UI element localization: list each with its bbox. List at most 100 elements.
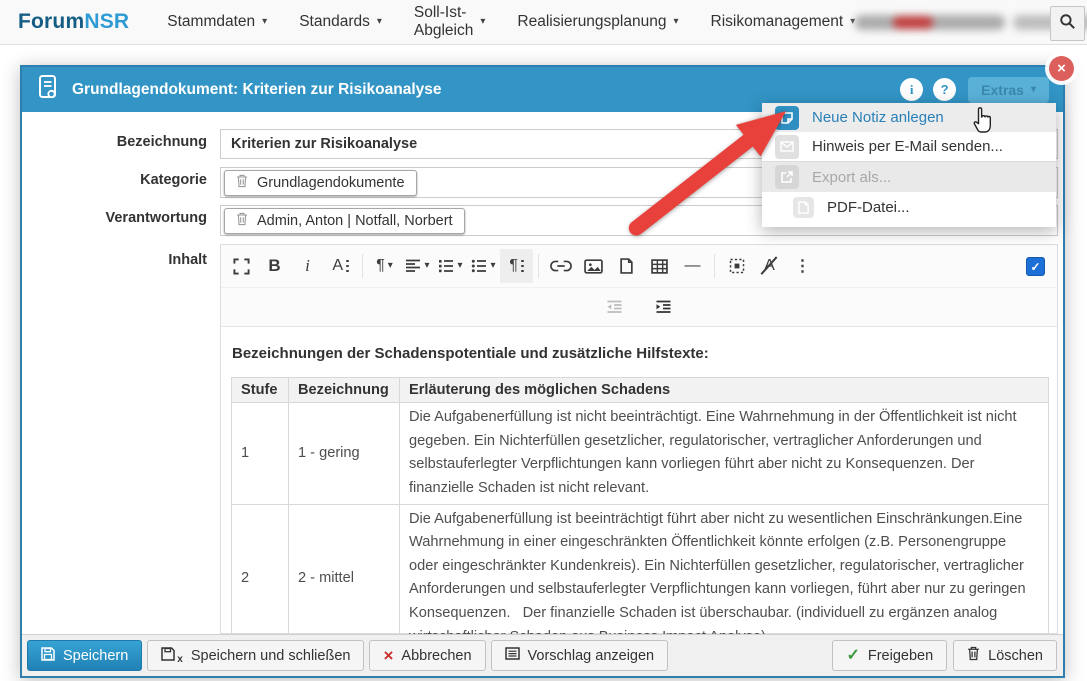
menu-standards[interactable]: Standards▾ (299, 4, 382, 40)
extras-dropdown-menu: Neue Notiz anlegen Hinweis per E-Mail se… (762, 103, 1056, 227)
menu-item-pdf-datei[interactable]: PDF-Datei... (762, 192, 1056, 223)
help-button[interactable]: ? (933, 78, 956, 101)
list-icon (505, 647, 520, 664)
menu-item-label: Hinweis per E-Mail senden... (812, 138, 1003, 155)
bold-glyph: B (268, 256, 280, 276)
kategorie-tag[interactable]: Grundlagendokumente (224, 170, 417, 196)
editor-toolbar-row2 (221, 288, 1057, 327)
logo-part1: Forum (18, 10, 84, 33)
chevron-down-icon: ▾ (1031, 85, 1036, 95)
release-button[interactable]: ✓ Freigeben (832, 640, 947, 671)
menu-realisierungsplanung[interactable]: Realisierungsplanung ▾ (517, 4, 678, 40)
cancel-button[interactable]: × Abbrechen (369, 640, 485, 671)
save-and-close-button[interactable]: x Speichern und schließen (147, 640, 364, 671)
insert-file-icon[interactable] (610, 249, 643, 283)
close-dialog-button[interactable]: × (1049, 56, 1074, 81)
paragraph-style-icon[interactable]: ¶ (500, 249, 533, 283)
top-navigation-bar: ForumNSR Stammdaten▾ Standards▾ Soll-Ist… (0, 0, 1087, 45)
release-label: Freigeben (868, 648, 933, 664)
app-logo[interactable]: ForumNSR (18, 10, 129, 34)
verantwortung-label: Verantwortung (22, 210, 207, 226)
dots (521, 260, 524, 273)
paragraph-format-icon[interactable]: ¶▾ (368, 249, 401, 283)
letter-a-glyph: A (332, 257, 343, 275)
letter-a-glyph: A (764, 257, 775, 275)
indent-icon[interactable] (647, 290, 680, 324)
info-icon: i (910, 82, 914, 98)
insert-image-icon[interactable] (577, 249, 610, 283)
small-x-glyph: x (177, 654, 183, 665)
cancel-label: Abbrechen (401, 648, 471, 664)
fullscreen-icon[interactable] (225, 249, 258, 283)
misspelled-word: Impact (662, 629, 706, 634)
menu-soll-ist-abgleich[interactable]: Soll-Ist-Abgleich▾ (414, 4, 485, 40)
editor-checkbox[interactable]: ✓ (1026, 257, 1045, 276)
chevron-down-icon: ▾ (490, 261, 495, 271)
chevron-down-icon: ▾ (673, 17, 678, 27)
horizontal-line-icon[interactable]: — (676, 249, 709, 283)
chevron-down-icon: ▾ (388, 261, 393, 271)
save-close-floppy-icon (161, 647, 175, 665)
unordered-list-icon[interactable]: ▾ (467, 249, 500, 283)
insert-table-icon[interactable] (643, 249, 676, 283)
menu-risikomanagement[interactable]: Risikomanagement▾ (711, 4, 856, 40)
more-options-icon[interactable]: ⋮ (786, 249, 819, 283)
ordered-list-icon[interactable]: ▾ (434, 249, 467, 283)
outdent-icon[interactable] (598, 290, 631, 324)
toolbar-separator (714, 254, 715, 278)
toolbar-separator (538, 254, 539, 278)
delete-button[interactable]: Löschen (953, 640, 1057, 671)
cell-erlaeuterung: Die Aufgabenerfüllung ist beeinträchtigt… (400, 504, 1049, 634)
red-x-icon: × (383, 647, 393, 664)
dialog-title: Grundlagendokument: Kriterien zur Risiko… (72, 81, 442, 99)
bezeichnung-label: Bezeichnung (22, 134, 207, 150)
clear-formatting-icon[interactable]: A (753, 249, 786, 283)
italic-icon[interactable]: i (291, 249, 324, 283)
select-all-icon[interactable] (720, 249, 753, 283)
cell-stufe: 1 (232, 403, 289, 505)
verantwortung-tag[interactable]: Admin, Anton | Notfall, Norbert (224, 208, 465, 234)
menu-item-label: Export als... (812, 169, 891, 186)
content-heading: Bezeichnungen der Schadenspotentiale und… (232, 345, 1047, 362)
menu-item-hinweis-email[interactable]: Hinweis per E-Mail senden... (762, 132, 1056, 161)
logo-part2: NSR (84, 10, 129, 33)
inhalt-label: Inhalt (22, 252, 207, 268)
show-proposal-button[interactable]: Vorschlag anzeigen (491, 640, 669, 671)
table-row: 1 1 - gering Die Aufgabenerfüllung ist n… (232, 403, 1049, 505)
rich-text-editor: B i A ¶▾ ▾ ▾ ▾ ¶ — A (220, 244, 1058, 634)
hline-glyph: — (685, 257, 701, 275)
cell-stufe: 2 (232, 504, 289, 634)
envelope-icon (775, 135, 799, 159)
info-button[interactable]: i (900, 78, 923, 101)
question-icon: ? (941, 82, 949, 97)
check-icon: ✓ (1030, 260, 1040, 274)
col-header-bezeichnung: Bezeichnung (289, 378, 400, 403)
cell-erlaeuterung: Die Aufgabenerfüllung ist nicht beeinträ… (400, 403, 1049, 505)
editor-content-area[interactable]: Bezeichnungen der Schadenspotentiale und… (221, 327, 1057, 634)
extras-button[interactable]: Extras ▾ (968, 77, 1049, 103)
save-and-close-label: Speichern und schließen (191, 648, 351, 664)
trash-icon (236, 212, 248, 230)
chevron-down-icon: ▾ (262, 17, 267, 27)
search-icon (1059, 13, 1076, 35)
menu-label: Risikomanagement (711, 13, 844, 31)
paragraph-glyph: ¶ (376, 257, 385, 275)
menu-item-neue-notiz[interactable]: Neue Notiz anlegen (762, 103, 1056, 132)
menu-item-export-als[interactable]: Export als... (762, 161, 1056, 192)
search-button[interactable] (1050, 6, 1085, 41)
col-header-erlaeuterung: Erläuterung des möglichen Schadens (400, 378, 1049, 403)
cell-bezeichnung: 1 - gering (289, 403, 400, 505)
insert-link-icon[interactable] (544, 249, 577, 283)
menu-stammdaten[interactable]: Stammdaten▾ (167, 4, 267, 40)
bold-icon[interactable]: B (258, 249, 291, 283)
app-window: ForumNSR Stammdaten▾ Standards▾ Soll-Ist… (0, 0, 1087, 681)
align-icon[interactable]: ▾ (401, 249, 434, 283)
text-options-icon[interactable]: A (324, 249, 357, 283)
kategorie-tag-label: Grundlagendokumente (257, 175, 405, 191)
table-header-row: Stufe Bezeichnung Erläuterung des möglic… (232, 378, 1049, 403)
italic-glyph: i (305, 256, 310, 276)
chevron-down-icon: ▾ (377, 17, 382, 27)
menu-label: Realisierungsplanung (517, 13, 666, 31)
save-button[interactable]: Speichern (27, 640, 142, 671)
toolbar-separator (362, 254, 363, 278)
